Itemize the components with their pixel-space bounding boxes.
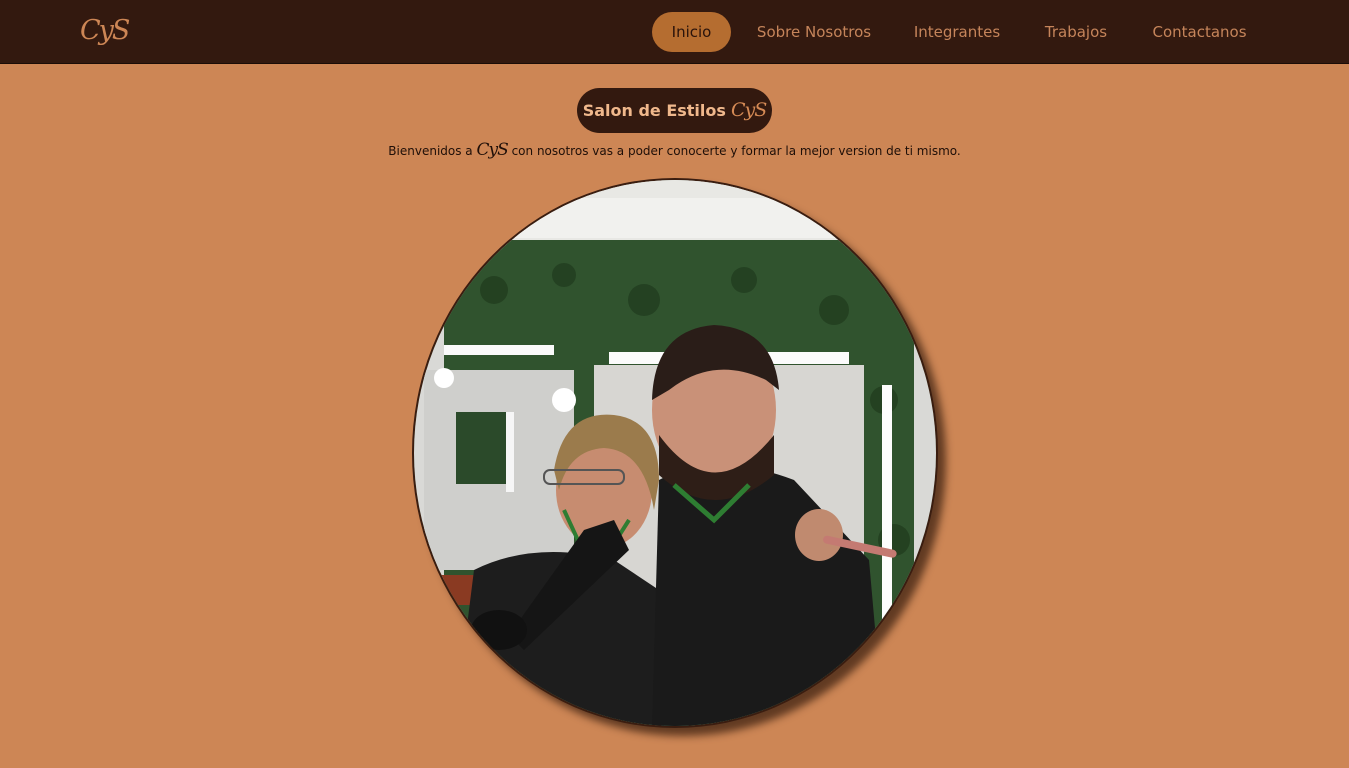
welcome-text: Bienvenidos a CyS con nosotros vas a pod… xyxy=(0,140,1349,161)
page-title-brand: CyS xyxy=(731,99,767,121)
nav-item-inicio[interactable]: Inicio xyxy=(652,12,731,52)
welcome-text-before: Bienvenidos a xyxy=(388,144,473,158)
nav-item-trabajos[interactable]: Trabajos xyxy=(1035,12,1117,52)
nav-item-sobre-nosotros[interactable]: Sobre Nosotros xyxy=(749,12,879,52)
salon-team-photo xyxy=(412,178,938,728)
nav-item-integrantes[interactable]: Integrantes xyxy=(906,12,1008,52)
page-title-text: Salon de Estilos xyxy=(582,101,726,120)
navbar: CyS Inicio Sobre Nosotros Integrantes Tr… xyxy=(0,0,1349,64)
page-title: Salon de Estilos CyS xyxy=(577,88,772,133)
nav-item-contactanos[interactable]: Contactanos xyxy=(1144,12,1255,52)
brand-logo[interactable]: CyS xyxy=(80,14,130,48)
welcome-text-after: con nosotros vas a poder conocerte y for… xyxy=(511,144,961,158)
welcome-text-brand: CyS xyxy=(476,140,508,160)
